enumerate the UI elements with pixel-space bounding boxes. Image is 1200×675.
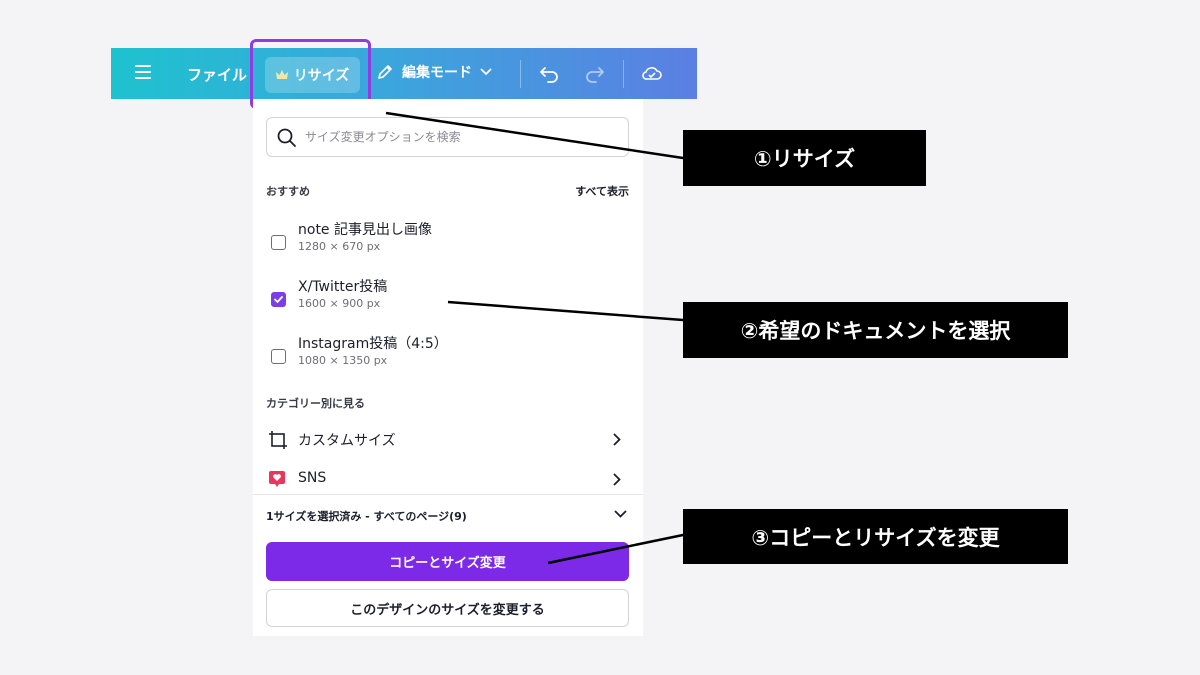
arrow-step2 <box>447 300 692 326</box>
arrow-step1 <box>385 111 692 165</box>
annotation-arrows <box>385 111 692 565</box>
arrow-step3 <box>547 528 692 565</box>
